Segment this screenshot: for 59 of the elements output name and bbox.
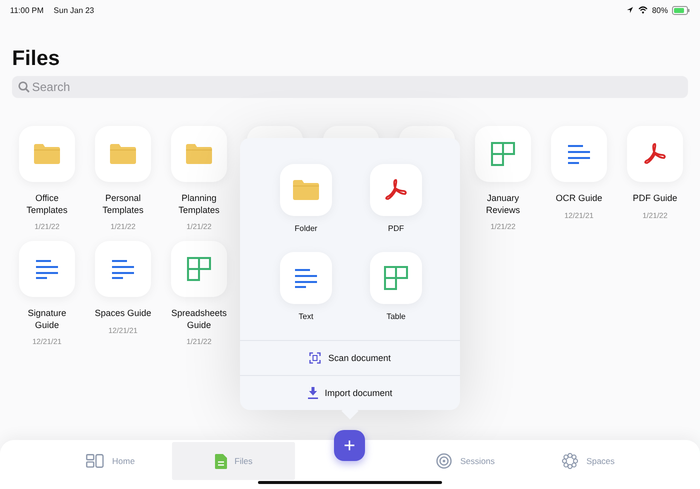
folder-icon — [110, 144, 136, 164]
location-icon — [626, 6, 634, 14]
file-name: January Reviews — [484, 193, 521, 216]
pdf-icon — [643, 142, 667, 166]
file-name: Planning Templates — [177, 193, 221, 216]
option-label: Table — [386, 312, 406, 322]
file-name: OCR Guide — [554, 193, 604, 204]
file-name: Spaces Guide — [94, 308, 152, 320]
file-name: Personal Templates — [101, 193, 145, 216]
page-title: Files — [12, 47, 61, 71]
status-date: Sun Jan 23 — [54, 6, 94, 14]
file-tile[interactable] — [95, 241, 151, 297]
option-label: Folder — [294, 224, 318, 234]
download-icon — [308, 387, 318, 399]
search-field[interactable]: Search — [12, 76, 688, 98]
file-tile[interactable] — [475, 126, 531, 182]
new-option-tile[interactable] — [370, 164, 422, 216]
battery-icon — [672, 6, 690, 14]
option-label: Text — [298, 312, 314, 322]
add-button[interactable]: + — [334, 430, 365, 461]
file-name: Signature Guide — [26, 308, 68, 331]
layout-icon — [86, 454, 104, 468]
folder-icon — [186, 144, 212, 164]
battery-percent: 80% — [652, 6, 668, 14]
new-option-tile[interactable] — [370, 252, 422, 304]
file-name: Office Templates — [25, 193, 69, 216]
broadcast-icon — [436, 453, 452, 469]
wifi-icon — [638, 6, 648, 14]
document-icon — [214, 454, 227, 468]
text-lines-icon — [35, 259, 59, 279]
file-tile[interactable] — [95, 126, 151, 182]
new-option-tile[interactable] — [280, 252, 332, 304]
tab[interactable]: Sessions — [404, 442, 527, 480]
pdf-icon — [384, 178, 408, 202]
text-lines-icon — [294, 268, 318, 288]
option-label: PDF — [388, 224, 404, 234]
popover-action[interactable]: Scan document — [240, 340, 460, 375]
file-tile[interactable] — [19, 241, 75, 297]
tab[interactable]: Home — [49, 442, 172, 480]
folder-icon — [293, 180, 319, 200]
tab[interactable]: Files — [172, 442, 295, 480]
text-lines-icon — [567, 144, 591, 164]
file-tile[interactable] — [171, 126, 227, 182]
tab[interactable]: Spaces — [527, 442, 650, 480]
file-tile[interactable] — [551, 126, 607, 182]
file-name: PDF Guide — [632, 193, 678, 204]
table-icon — [491, 142, 515, 166]
file-tile[interactable] — [627, 126, 683, 182]
text-lines-icon — [111, 259, 135, 279]
table-icon — [384, 266, 408, 290]
scan-icon — [309, 352, 322, 364]
status-time: 11:00 PM — [10, 6, 44, 14]
file-tile[interactable] — [171, 241, 227, 297]
new-option-tile[interactable] — [280, 164, 332, 216]
table-icon — [187, 257, 211, 281]
grid-dots-icon — [562, 453, 578, 469]
file-tile[interactable] — [19, 126, 75, 182]
file-name: Spreadsheets Guide — [170, 308, 228, 331]
folder-icon — [34, 144, 60, 164]
